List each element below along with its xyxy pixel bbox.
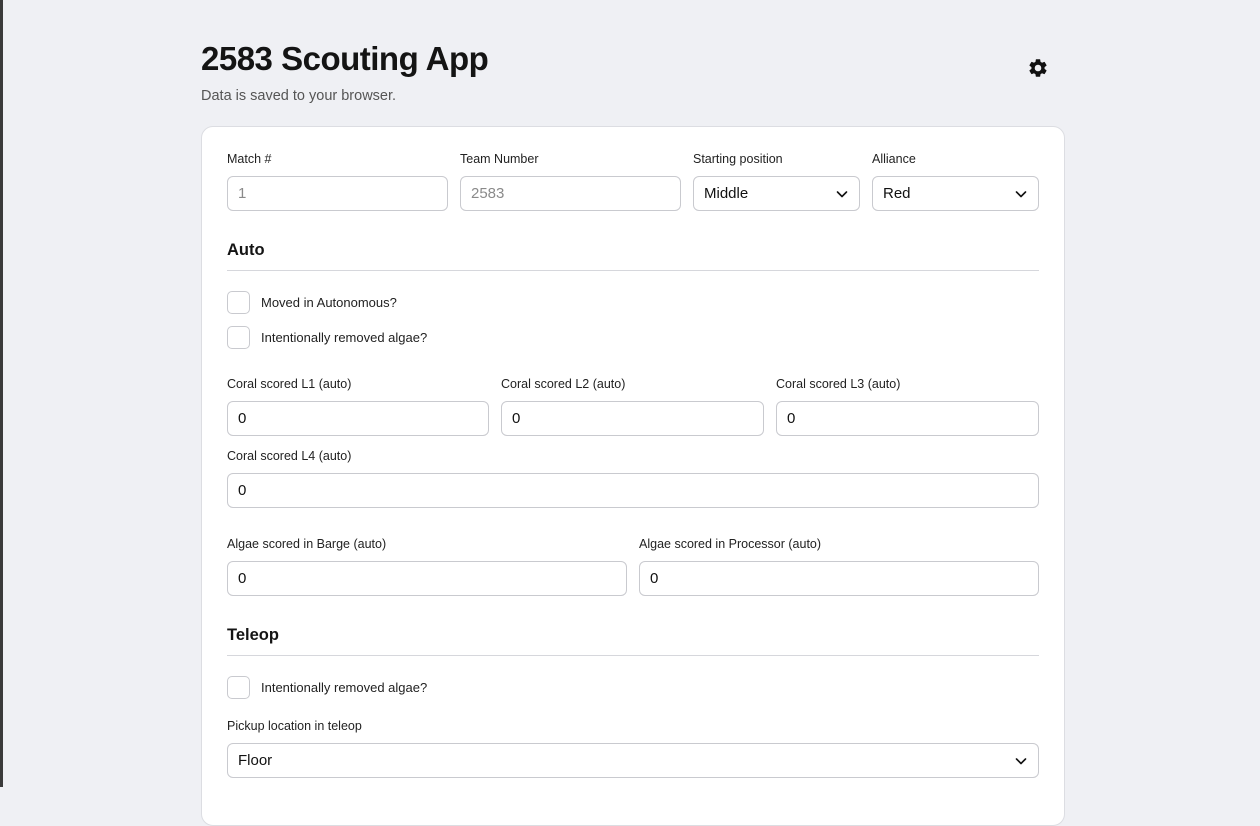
- alliance-value: Red: [883, 185, 911, 202]
- pickup-location-label: Pickup location in teleop: [227, 719, 362, 733]
- algae-barge-auto-field: Algae scored in Barge (auto): [227, 537, 627, 596]
- coral-l2-auto-input[interactable]: [501, 401, 764, 436]
- starting-position-select[interactable]: Middle: [693, 176, 860, 211]
- page-subtitle: Data is saved to your browser.: [201, 88, 397, 104]
- pickup-location-field: Pickup location in teleop Floor: [227, 719, 1039, 778]
- team-number-input[interactable]: [460, 176, 681, 211]
- match-number-label: Match #: [227, 152, 272, 166]
- starting-position-value: Middle: [704, 185, 749, 202]
- coral-l1-auto-field: Coral scored L1 (auto): [227, 377, 489, 436]
- scouting-form-card: Match # Team Number Starting position Mi…: [201, 126, 1065, 826]
- window-edge: [0, 0, 3, 787]
- moved-in-auto-checkbox[interactable]: [227, 291, 250, 314]
- coral-l2-auto-field: Coral scored L2 (auto): [501, 377, 764, 436]
- page-header: 2583 Scouting App Data is saved to your …: [201, 40, 489, 104]
- team-number-field: Team Number: [460, 152, 681, 211]
- coral-l4-auto-input[interactable]: [227, 473, 1039, 508]
- auto-removed-algae-checkbox-row[interactable]: Intentionally removed algae?: [227, 326, 427, 349]
- chevron-down-icon: [836, 190, 848, 197]
- auto-divider: [227, 270, 1039, 271]
- match-number-input[interactable]: [227, 176, 448, 211]
- coral-l3-auto-field: Coral scored L3 (auto): [776, 377, 1039, 436]
- auto-removed-algae-label: Intentionally removed algae?: [261, 330, 428, 345]
- chevron-down-icon: [1015, 757, 1027, 764]
- pickup-location-select[interactable]: Floor: [227, 743, 1039, 778]
- algae-barge-auto-label: Algae scored in Barge (auto): [227, 537, 387, 551]
- algae-barge-auto-input[interactable]: [227, 561, 627, 596]
- algae-processor-auto-input[interactable]: [639, 561, 1039, 596]
- algae-processor-auto-label: Algae scored in Processor (auto): [639, 537, 822, 551]
- moved-in-auto-label: Moved in Autonomous?: [261, 295, 397, 310]
- teleop-removed-algae-checkbox-row[interactable]: Intentionally removed algae?: [227, 676, 427, 699]
- auto-removed-algae-checkbox[interactable]: [227, 326, 250, 349]
- algae-processor-auto-field: Algae scored in Processor (auto): [639, 537, 1039, 596]
- teleop-removed-algae-label: Intentionally removed algae?: [261, 680, 428, 695]
- moved-in-auto-checkbox-row[interactable]: Moved in Autonomous?: [227, 291, 397, 314]
- coral-l2-auto-label: Coral scored L2 (auto): [501, 377, 626, 391]
- teleop-section-title: Teleop: [227, 626, 279, 644]
- teleop-removed-algae-checkbox[interactable]: [227, 676, 250, 699]
- coral-l3-auto-label: Coral scored L3 (auto): [776, 377, 901, 391]
- coral-l3-auto-input[interactable]: [776, 401, 1039, 436]
- coral-l4-auto-label: Coral scored L4 (auto): [227, 449, 352, 463]
- coral-l1-auto-label: Coral scored L1 (auto): [227, 377, 352, 391]
- team-number-label: Team Number: [460, 152, 539, 166]
- alliance-field: Alliance Red: [872, 152, 1039, 211]
- page-title: 2583 Scouting App: [201, 40, 489, 77]
- coral-l1-auto-input[interactable]: [227, 401, 489, 436]
- gear-icon[interactable]: [1027, 57, 1049, 79]
- teleop-divider: [227, 655, 1039, 656]
- starting-position-label: Starting position: [693, 152, 783, 166]
- coral-l4-auto-field: Coral scored L4 (auto): [227, 449, 1039, 508]
- match-number-field: Match #: [227, 152, 448, 211]
- starting-position-field: Starting position Middle: [693, 152, 860, 211]
- auto-section-title: Auto: [227, 241, 265, 259]
- alliance-label: Alliance: [872, 152, 916, 166]
- pickup-location-value: Floor: [238, 752, 273, 769]
- alliance-select[interactable]: Red: [872, 176, 1039, 211]
- chevron-down-icon: [1015, 190, 1027, 197]
